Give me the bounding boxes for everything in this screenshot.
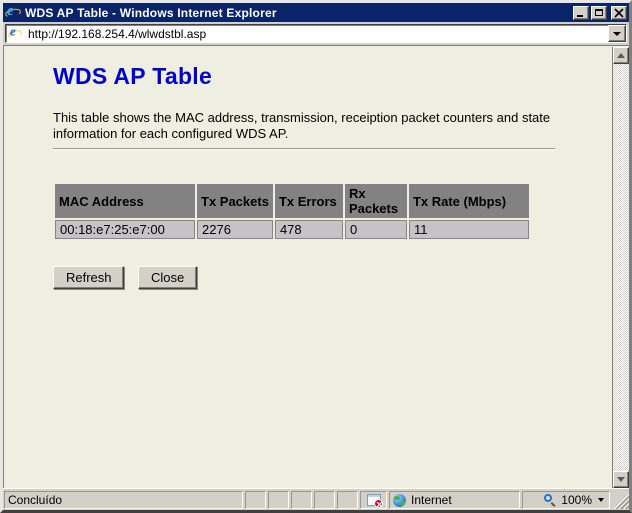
arrow-down-icon [617,477,625,482]
refresh-button[interactable]: Refresh [53,266,124,289]
horizontal-rule [53,148,555,150]
address-dropdown-button[interactable] [608,25,626,42]
status-panel-5 [337,491,358,509]
status-panel-4 [314,491,335,509]
cell-rx-packets: 0 [344,220,407,239]
url-field[interactable]: e http://192.168.254.4/wlwdstbl.asp [5,24,627,43]
wds-ap-table: MAC Address Tx Packets Tx Errors Rx Pack… [53,182,531,241]
security-zone-panel[interactable]: Internet [389,491,520,509]
vertical-scrollbar[interactable] [612,47,629,488]
col-header-tx-rate: Tx Rate (Mbps) [408,184,529,218]
internet-explorer-icon: e [4,3,22,20]
col-header-mac-address: MAC Address [55,184,195,218]
globe-icon [393,493,406,507]
button-row: Refresh Close [53,266,611,289]
magnifier-icon [544,493,557,507]
cell-mac-address: 00:18:e7:25:e7:00 [55,220,195,239]
url-text: http://192.168.254.4/wlwdstbl.asp [28,26,207,41]
table-header-row: MAC Address Tx Packets Tx Errors Rx Pack… [55,184,529,218]
cell-tx-rate: 11 [408,220,529,239]
zoom-level: 100% [561,493,592,507]
col-header-tx-packets: Tx Packets [197,184,273,218]
protected-mode-panel[interactable] [360,491,387,509]
page-viewport: WDS AP Table This table shows the MAC ad… [3,45,629,488]
scroll-down-button[interactable] [613,471,629,488]
cell-tx-errors: 478 [274,220,343,239]
status-panel-1 [245,491,266,509]
close-button[interactable]: Close [138,266,197,289]
zone-label: Internet [411,493,452,507]
page-favicon-ie-icon: e [7,25,23,40]
close-window-button[interactable] [611,5,627,20]
close-icon [612,7,626,19]
window-title: WDS AP Table - Windows Internet Explorer [25,5,277,20]
cell-tx-packets: 2276 [197,220,273,239]
table-row: 00:18:e7:25:e7:00 2276 478 0 11 [55,220,529,239]
minimize-icon [577,14,583,17]
resize-grip[interactable] [612,491,629,509]
page-description: This table shows the MAC address, transm… [53,110,551,141]
chevron-down-icon [598,498,604,502]
title-bar: e WDS AP Table - Windows Internet Explor… [3,3,629,22]
page-title: WDS AP Table [53,63,213,89]
arrow-up-icon [617,53,625,58]
status-panel-3 [291,491,312,509]
zoom-dropdown-button[interactable] [598,498,604,502]
maximize-icon [595,8,603,16]
zoom-control[interactable]: 100% [522,491,610,509]
minimize-button[interactable] [573,5,589,20]
browser-window: e WDS AP Table - Windows Internet Explor… [0,0,632,513]
status-message-text: Concluído [8,493,63,507]
status-bar: Concluído Internet 100% [3,488,629,510]
status-panel-2 [268,491,289,509]
status-message: Concluído [4,491,243,509]
maximize-button[interactable] [591,5,607,20]
page-content: WDS AP Table This table shows the MAC ad… [4,46,611,488]
scroll-up-button[interactable] [613,47,629,64]
address-bar: e http://192.168.254.4/wlwdstbl.asp [3,22,629,45]
chevron-down-icon [613,31,621,36]
col-header-rx-packets: Rx Packets [344,184,407,218]
col-header-tx-errors: Tx Errors [274,184,343,218]
protected-mode-off-icon [366,494,383,508]
